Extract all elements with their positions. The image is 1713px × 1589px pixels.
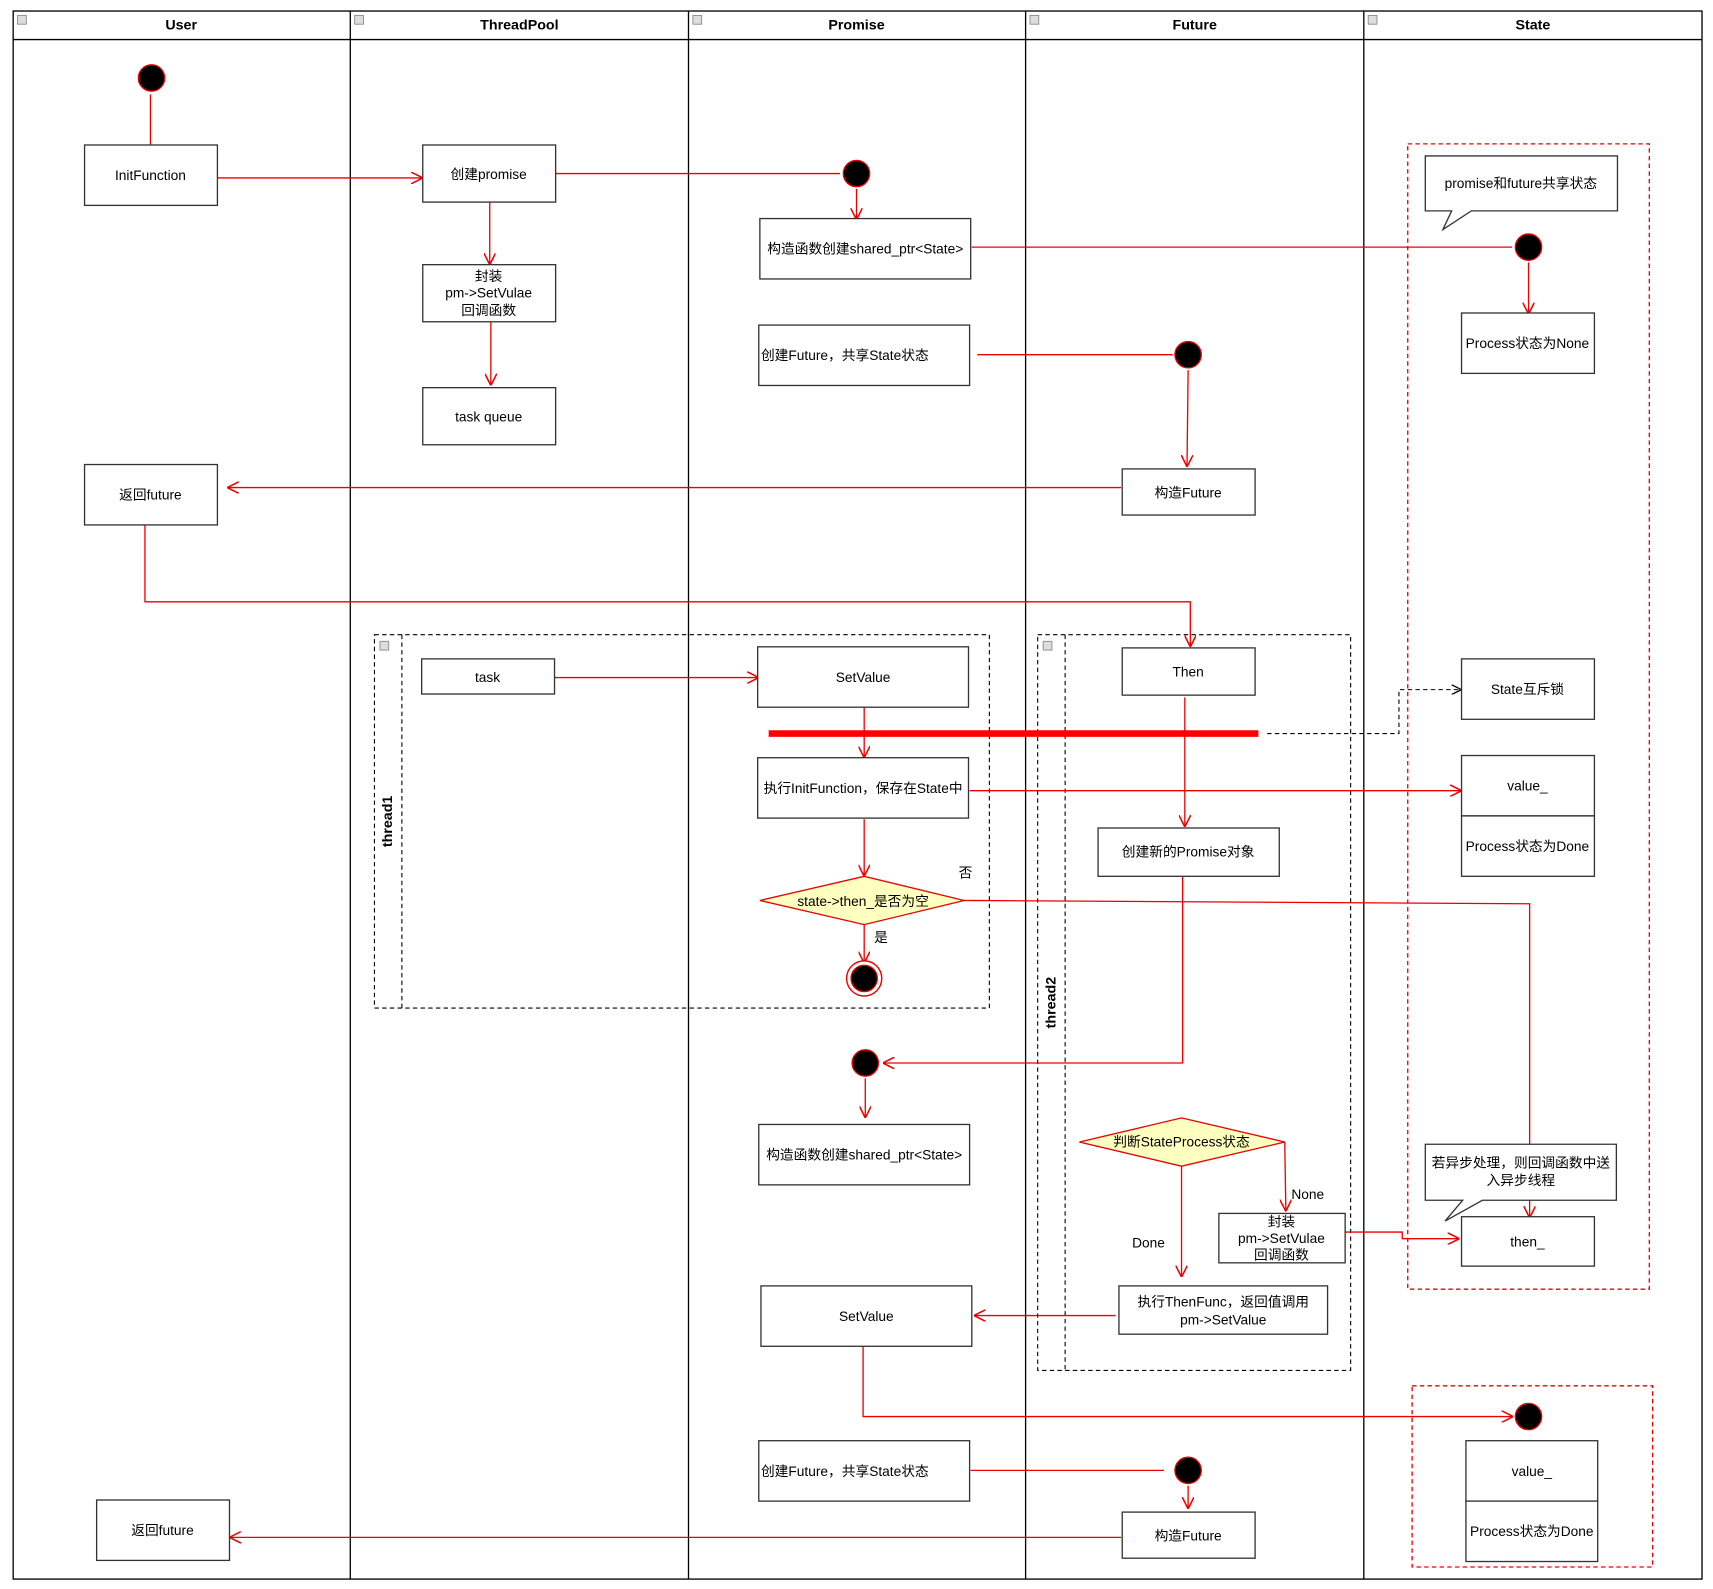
- process-done-label-2: Process状态为Done: [1470, 1524, 1594, 1539]
- wrap-callback-future-line2: pm->SetVulae: [1238, 1231, 1325, 1246]
- new-promise-node: [851, 1049, 880, 1077]
- lane-collapse-icon[interactable]: [1029, 14, 1040, 25]
- value-label-2: value_: [1512, 1464, 1553, 1479]
- then-field-label: then_: [1510, 1234, 1545, 1249]
- create-future-label-1: 创建Future，共享State状态: [761, 347, 929, 363]
- wrap-callback-future-line1: 封装: [1268, 1215, 1296, 1230]
- lane-collapse-icon[interactable]: [1367, 14, 1378, 25]
- lane-title-state: State: [1515, 18, 1550, 34]
- init-function-label: InitFunction: [115, 168, 186, 183]
- future-init-node-2: [1174, 1456, 1202, 1485]
- return-future-label-2: 返回future: [131, 1523, 194, 1538]
- partition-collapse-icon[interactable]: [1042, 640, 1053, 651]
- then-label: Then: [1172, 664, 1203, 679]
- wrap-callback-line2: pm->SetVulae: [445, 286, 532, 301]
- process-none-label: Process状态为None: [1466, 336, 1590, 351]
- state-process-decision-label: 判断StateProcess状态: [1113, 1134, 1250, 1149]
- ctor-shared-ptr-label-1: 构造函数创建shared_ptr<State>: [767, 242, 963, 257]
- then-empty-decision-label: state->then_是否为空: [797, 894, 929, 909]
- create-new-promise-label: 创建新的Promise对象: [1122, 845, 1255, 860]
- label-no: 否: [959, 865, 973, 880]
- label-yes: 是: [874, 930, 888, 945]
- lane-collapse-icon[interactable]: [17, 14, 27, 25]
- return-future-label-1: 返回future: [119, 488, 182, 503]
- activity-diagram: User ThreadPool Promise Future State thr…: [12, 10, 1703, 1580]
- end-node: [850, 964, 879, 993]
- lane-title-user: User: [165, 18, 197, 34]
- start-node: [137, 64, 166, 92]
- set-value-label-1: SetValue: [836, 670, 891, 685]
- thread1-label: thread1: [380, 796, 396, 848]
- wrap-callback-future-line3: 回调函数: [1254, 1248, 1309, 1263]
- mutex-label: State互斥锁: [1491, 682, 1564, 697]
- lane-collapse-icon[interactable]: [692, 14, 703, 25]
- lane-collapse-icon[interactable]: [354, 14, 364, 25]
- create-future-label-2: 创建Future，共享State状态: [761, 1463, 929, 1479]
- lane-title-future: Future: [1173, 18, 1217, 34]
- wrap-callback-line1: 封装: [475, 269, 503, 284]
- partition-collapse-icon[interactable]: [379, 640, 390, 651]
- exec-then-line1: 执行ThenFunc，返回值调用: [1137, 1295, 1309, 1310]
- task-queue-label: task queue: [455, 410, 522, 425]
- process-done-label-1: Process状态为Done: [1466, 839, 1590, 854]
- note-shared-state: [1424, 155, 1619, 232]
- state-init-node: [1514, 233, 1543, 261]
- value-label-1: value_: [1507, 779, 1548, 794]
- future-init-node: [1174, 340, 1202, 369]
- lane-title-threadpool: ThreadPool: [480, 18, 558, 34]
- label-done: Done: [1132, 1235, 1165, 1250]
- note-async-line1: 若异步处理，则回调函数中送: [1432, 1155, 1611, 1170]
- wrap-callback-line3: 回调函数: [461, 303, 516, 318]
- note-async-line2: 入异步线程: [1487, 1173, 1556, 1188]
- fork-node: [842, 159, 871, 188]
- exec-then-line2: pm->SetValue: [1180, 1312, 1267, 1327]
- note-shared-state-text: promise和future共享状态: [1445, 175, 1598, 191]
- set-value-label-2: SetValue: [839, 1309, 894, 1324]
- lane-title-promise: Promise: [828, 18, 884, 34]
- construct-future-label-1: 构造Future: [1155, 485, 1222, 500]
- exec-init-label: 执行InitFunction，保存在State中: [764, 781, 963, 796]
- task-label: task: [475, 670, 500, 685]
- state-init-node-2: [1514, 1402, 1543, 1431]
- thread2-label: thread2: [1043, 977, 1059, 1029]
- construct-future-label-2: 构造Future: [1155, 1529, 1222, 1544]
- create-promise-label: 创建promise: [451, 167, 528, 182]
- label-none: None: [1291, 1187, 1324, 1202]
- ctor-shared-ptr-label-2: 构造函数创建shared_ptr<State>: [766, 1148, 962, 1163]
